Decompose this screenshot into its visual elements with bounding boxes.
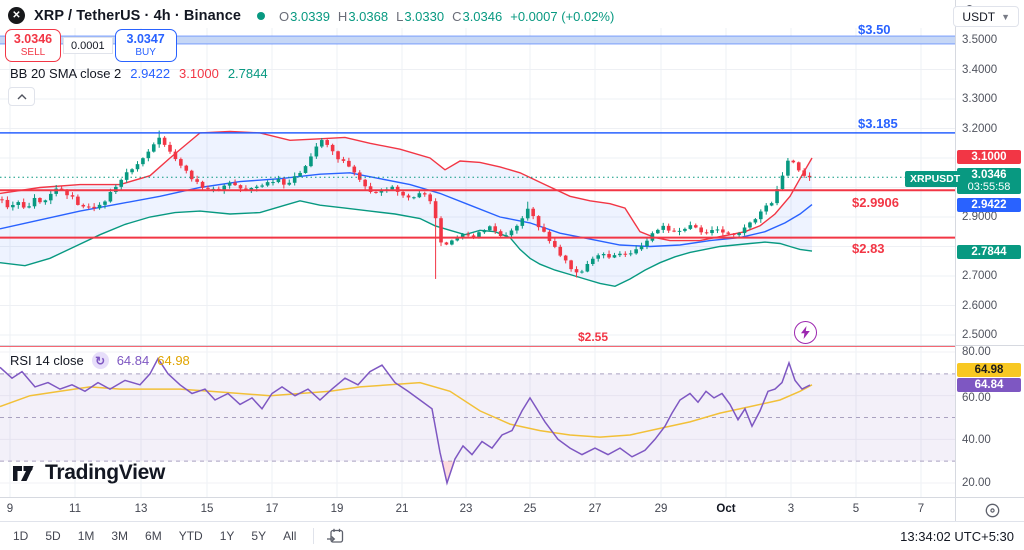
chevron-down-icon: ▼ (1001, 12, 1010, 22)
last-price-badge: 3.034603:55:58 (957, 168, 1021, 194)
price-level-label-255[interactable]: $2.55 (578, 330, 608, 344)
current-time[interactable]: 13:34:02 UTC+5:30 (900, 529, 1014, 544)
price-change: +0.0007 (+0.02%) (510, 9, 614, 24)
time-axis-label: 25 (524, 503, 537, 515)
range-button-5d[interactable]: 5D (45, 529, 60, 543)
range-button-6m[interactable]: 6M (145, 529, 162, 543)
rsi-indicator-legend[interactable]: RSI 14 close ↻ 64.84 64.98 (10, 352, 190, 369)
toolbar-divider (313, 528, 314, 544)
ohlc-value: 3.0346 (462, 9, 502, 24)
tradingview-logo-icon (13, 463, 38, 484)
scale-tick: 3.2000 (962, 123, 997, 135)
bb-lower-value: 2.7844 (228, 66, 268, 81)
rsi-ma-value: 64.98 (157, 353, 190, 368)
time-axis-label: 19 (331, 503, 344, 515)
time-axis-label: 11 (69, 503, 81, 515)
bb-lower-badge: 2.7844 (957, 245, 1021, 259)
ohlc-key: L (396, 9, 403, 24)
ohlc-value: 3.0339 (290, 9, 330, 24)
range-button-3m[interactable]: 3M (111, 529, 128, 543)
ohlc-key: C (452, 9, 461, 24)
scale-tick: 2.5000 (962, 329, 997, 341)
symbol-title[interactable]: XRP / TetherUS · 4h · Binance (34, 8, 241, 24)
price-level-label-3185[interactable]: $3.185 (858, 116, 898, 131)
chevron-up-icon (17, 94, 27, 100)
buy-button[interactable]: 3.0347 BUY (115, 29, 177, 62)
time-axis-label: 3 (788, 503, 794, 515)
time-axis-label: 7 (918, 503, 924, 515)
rsi-badge: 64.84 (957, 378, 1021, 392)
time-axis-label: 27 (589, 503, 602, 515)
scale-tick: 80.00 (962, 346, 991, 358)
go-to-date-button[interactable] (326, 527, 345, 545)
scale-tick: 40.00 (962, 434, 991, 446)
ohlc-value: 3.0330 (404, 9, 444, 24)
spread-value: 0.0001 (63, 37, 113, 54)
bb-basis-badge: 2.9422 (957, 198, 1021, 212)
range-buttons: 1D 5D 1M 3M 6M YTD 1Y 5Y All (13, 529, 313, 543)
range-button-1d[interactable]: 1D (13, 529, 28, 543)
refresh-icon[interactable]: ↻ (92, 352, 109, 369)
symbol-header: ✕ XRP / TetherUS · 4h · Binance O3.0339 H… (8, 6, 614, 26)
range-button-1m[interactable]: 1M (78, 529, 95, 543)
sell-price: 3.0346 (14, 33, 52, 47)
xrp-logo-icon[interactable]: ✕ (8, 7, 27, 26)
bb-upper-value: 3.1000 (179, 66, 219, 81)
flash-trade-button[interactable] (794, 321, 817, 344)
time-axis-label: 21 (396, 503, 409, 515)
lightning-icon (800, 326, 811, 339)
bb-basis-value: 2.9422 (130, 66, 170, 81)
scale-tick: 20.00 (962, 477, 991, 489)
bb-upper-badge: 3.1000 (957, 150, 1021, 164)
time-axis-label: 5 (853, 503, 859, 515)
trade-panel: 3.0346 SELL 0.0001 3.0347 BUY (5, 29, 177, 62)
currency-selector[interactable]: USDT ▼ (953, 6, 1019, 27)
scale-tick: 3.5000 (962, 34, 997, 46)
market-status-dot-icon[interactable] (257, 12, 265, 20)
ohlc-value: 3.0368 (348, 9, 388, 24)
scale-tick: 60.00 (962, 392, 991, 404)
collapse-legend-button[interactable] (8, 87, 35, 106)
tradingview-chart-app: { "header": { "symbol": "XRP / TetherUS … (0, 0, 1024, 550)
time-axis-label: 9 (7, 503, 13, 515)
time-axis-label: 13 (135, 503, 148, 515)
price-level-label-283[interactable]: $2.83 (852, 241, 885, 256)
time-axis-label: 23 (460, 503, 473, 515)
scale-tick: 2.7000 (962, 270, 997, 282)
scale-tick: 2.6000 (962, 300, 997, 312)
ohlc-key: O (279, 9, 289, 24)
time-axis-label: Oct (716, 503, 735, 515)
time-axis-label: 17 (266, 503, 279, 515)
range-button-all[interactable]: All (283, 529, 296, 543)
range-button-1y[interactable]: 1Y (220, 529, 235, 543)
range-button-5y[interactable]: 5Y (251, 529, 266, 543)
range-button-ytd[interactable]: YTD (179, 529, 203, 543)
buy-price: 3.0347 (127, 33, 165, 47)
scale-tick: 3.4000 (962, 64, 997, 76)
calendar-arrow-icon (326, 527, 345, 545)
scale-tick: 2.9000 (962, 211, 997, 223)
time-axis-label: 29 (655, 503, 668, 515)
price-level-label-29906[interactable]: $2.9906 (852, 195, 899, 210)
sell-button[interactable]: 3.0346 SELL (5, 29, 61, 62)
tradingview-logo[interactable]: TradingView (13, 461, 165, 485)
rsi-value: 64.84 (117, 353, 150, 368)
bottom-toolbar: 1D 5D 1M 3M 6M YTD 1Y 5Y All 13:34:02 UTC+5:30 (0, 521, 1024, 550)
rsi-ma-badge: 64.98 (957, 363, 1021, 377)
scale-tick: 3.3000 (962, 93, 997, 105)
ohlc-values: O3.0339 H3.0368 L3.0330 C3.0346 +0.0007 (+0.… (279, 9, 614, 24)
price-level-label-350[interactable]: $3.50 (858, 22, 891, 37)
bb-indicator-legend[interactable]: BB 20 SMA close 2 2.9422 3.1000 2.7844 (10, 66, 268, 81)
time-axis-label: 15 (201, 503, 214, 515)
ohlc-key: H (338, 9, 347, 24)
symbol-price-chip: XRPUSDT (905, 171, 965, 187)
